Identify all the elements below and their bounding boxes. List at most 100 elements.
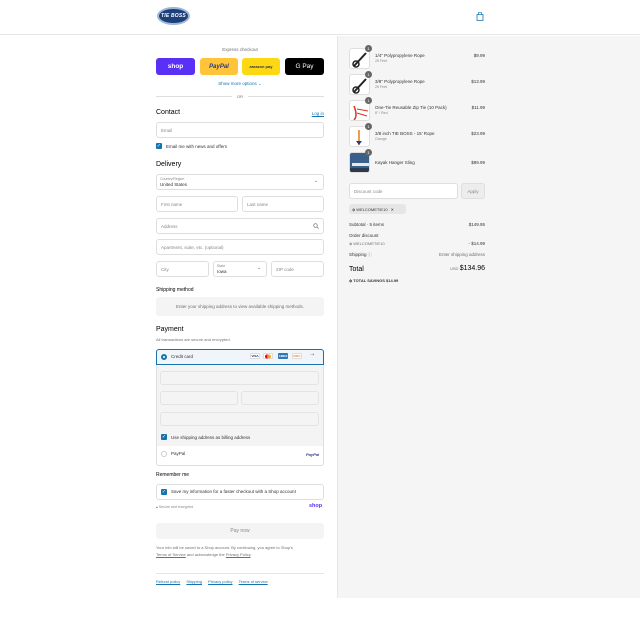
address-field[interactable]: Address — [156, 218, 324, 234]
total-value: $134.96 — [459, 265, 485, 272]
state-value: Iowa — [217, 269, 227, 274]
card-expiry-field[interactable] — [160, 391, 238, 405]
or-label: OR — [237, 94, 243, 99]
card-cvv-field[interactable] — [241, 391, 319, 405]
quantity-badge: 1 — [365, 123, 372, 130]
privacy-policy-link[interactable]: Privacy policy — [208, 579, 232, 584]
shipping-method-message: Enter your shipping address to view avai… — [156, 297, 324, 316]
terms-link[interactable]: Terms of Service — [156, 552, 186, 557]
list-item: 1 1/4" Polypropylene Rope 25 Feet $9.99 — [349, 45, 485, 70]
lock-icon: 🔒︎ — [156, 505, 158, 509]
item-price: $89.99 — [471, 160, 485, 165]
state-label: State — [217, 264, 226, 268]
item-variant: 25 Feet — [375, 59, 387, 63]
footer-links: Refund policy Shipping Privacy policy Te… — [156, 579, 273, 584]
order-discount-label: Order discount — [349, 233, 379, 238]
email-field[interactable]: Email — [156, 122, 324, 138]
discount-value: - $14.99 — [468, 241, 485, 246]
paypal-logo: PayPal — [306, 452, 320, 457]
card-number-field[interactable] — [160, 371, 319, 385]
fine-print-end: . — [250, 551, 252, 557]
subtotal-label: Subtotal · 5 items — [349, 222, 385, 227]
shop-pay-button[interactable]: shop — [156, 58, 195, 75]
subtotal-value: $149.95 — [468, 222, 485, 227]
quantity-badge: 1 — [365, 97, 372, 104]
billing-checkbox[interactable]: ✓ — [161, 434, 167, 440]
shop-logo: shop — [309, 503, 323, 509]
paypal-option-label[interactable]: PayPal — [171, 451, 185, 456]
secure-label: Secure and encrypted — [158, 505, 194, 509]
contact-heading: Contact — [156, 109, 181, 116]
payment-heading: Payment — [156, 326, 184, 333]
amex-icon: AMEX — [278, 353, 288, 359]
currency-label: USD — [449, 266, 459, 271]
tag-icon: ⬗ — [352, 206, 356, 212]
mastercard-icon — [263, 353, 273, 359]
item-variant: 25 Feet — [375, 85, 387, 89]
item-price: $13.99 — [471, 79, 485, 84]
delivery-heading: Delivery — [156, 161, 182, 168]
list-item: 1 One-Tie Reusable Zip Tie (10 Pack) 8" … — [349, 97, 485, 122]
paypal-button[interactable]: PayPal — [200, 58, 238, 75]
shopping-bag-icon[interactable] — [476, 12, 484, 21]
amazon-pay-button[interactable]: amazon pay — [242, 58, 280, 75]
save-info-checkbox[interactable]: ✓ — [161, 489, 167, 495]
refund-policy-link[interactable]: Refund policy — [156, 579, 180, 584]
savings-label: TOTAL SAVINGS — [353, 278, 385, 283]
paypal-radio[interactable] — [161, 451, 167, 457]
apply-button[interactable]: Apply — [461, 183, 485, 199]
shipping-row: Shipping ⓘ Enter shipping address — [349, 252, 485, 258]
total-savings-row: ⬗ TOTAL SAVINGS $14.99 — [349, 278, 485, 283]
discount-chip-code: WELCOMETIE10 — [356, 206, 388, 212]
search-icon — [313, 223, 319, 229]
item-variant: Orange — [375, 137, 387, 141]
discount-code-label: WELCOMETIE10 — [353, 241, 385, 246]
remove-discount-icon[interactable]: ✕ — [391, 207, 394, 212]
country-label: Country/Region — [160, 177, 185, 181]
quantity-badge: 1 — [365, 45, 372, 52]
credit-card-label: Credit card — [171, 354, 194, 359]
total-label: Total — [349, 266, 364, 273]
apartment-field[interactable]: Apartment, suite, etc. (optional) — [156, 239, 324, 255]
google-pay-button[interactable]: G Pay — [285, 58, 324, 75]
zip-field[interactable]: ZIP code — [271, 261, 324, 277]
privacy-link[interactable]: Privacy Policy — [226, 552, 251, 557]
city-field[interactable]: City — [156, 261, 209, 277]
store-logo[interactable]: TIE BOSS — [157, 7, 190, 25]
card-name-field[interactable] — [160, 412, 319, 426]
quantity-badge: 1 — [365, 71, 372, 78]
total-amount: USD $134.96 — [450, 265, 485, 272]
visa-icon: VISA — [250, 353, 260, 359]
first-name-field[interactable]: First name — [156, 196, 238, 212]
last-name-field[interactable]: Last name — [242, 196, 324, 212]
item-price: $11.99 — [471, 105, 485, 110]
item-name: Kayak Hanger Sling — [375, 160, 415, 165]
express-checkout-label: Express checkout — [222, 47, 258, 52]
news-label: Email me with news and offers — [166, 144, 227, 149]
terms-of-service-link[interactable]: Terms of service — [239, 579, 268, 584]
item-name: One-Tie Reusable Zip Tie (10 Pack) — [375, 105, 447, 110]
login-link[interactable]: Log in — [312, 111, 324, 116]
or-divider: OR — [156, 94, 324, 99]
fine-print-text: Your info will be saved to a Shop accoun… — [156, 545, 293, 550]
credit-card-radio[interactable] — [161, 354, 167, 360]
fine-print-and: and acknowledge the — [185, 551, 226, 557]
country-value: United States — [160, 182, 188, 187]
more-cards-icon: ⇢ — [310, 352, 315, 358]
payment-subtitle: All transactions are secure and encrypte… — [156, 337, 231, 342]
logo-text: TIE BOSS — [161, 13, 186, 19]
pay-now-button[interactable]: Pay now — [156, 523, 324, 539]
quantity-badge: 1 — [365, 149, 372, 156]
subtotal-row: Subtotal · 5 items $149.95 — [349, 222, 485, 227]
news-checkbox[interactable]: ✓ — [156, 143, 162, 149]
show-more-label: Show more options — [218, 81, 257, 86]
show-more-options-link[interactable]: Show more options ⌄ — [156, 81, 324, 87]
item-price: $23.99 — [471, 131, 485, 136]
shipping-link[interactable]: Shipping — [186, 579, 202, 584]
footer-divider — [156, 573, 324, 574]
discount-code-field[interactable]: Discount code — [349, 183, 458, 199]
tag-icon: ⬗ — [349, 278, 353, 283]
list-item: 1 3/8" Polypropylene Rope 25 Feet $13.99 — [349, 71, 485, 96]
help-icon[interactable]: ⓘ — [368, 252, 372, 257]
total-row: Total USD $134.96 — [349, 265, 485, 273]
